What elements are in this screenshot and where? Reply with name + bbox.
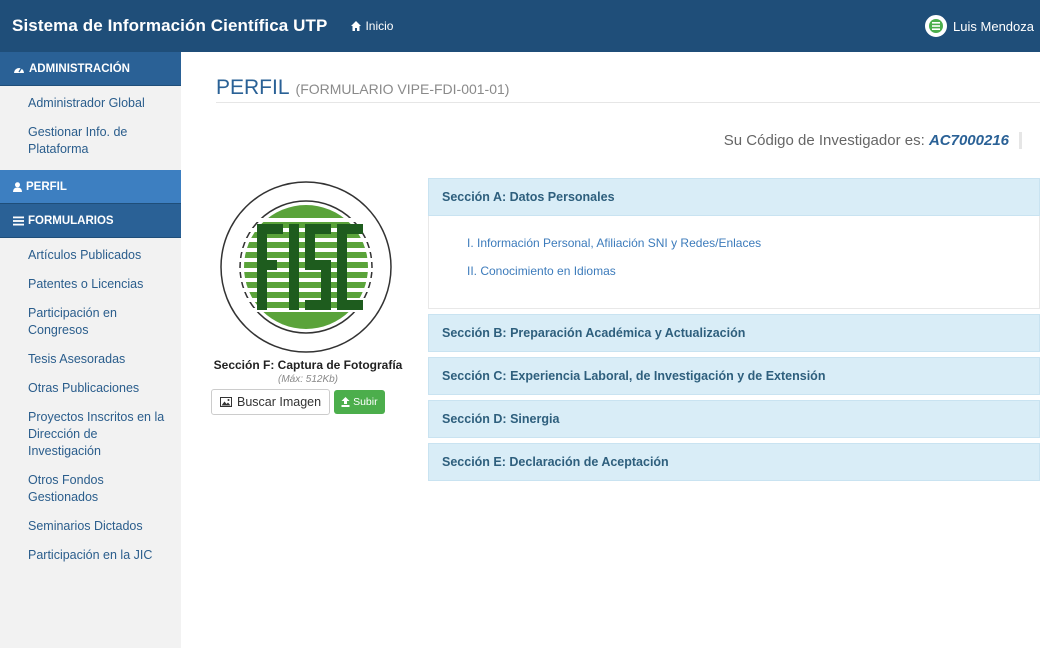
- sidebar-item-articulos[interactable]: Artículos Publicados: [0, 238, 181, 270]
- dashboard-icon: [14, 67, 24, 73]
- image-icon: [220, 397, 232, 407]
- sidebar-header-perfil[interactable]: PERFIL: [0, 170, 181, 204]
- sidebar-item-congresos[interactable]: Participación en Congresos: [0, 299, 181, 345]
- sidebar-item-admin-global[interactable]: Administrador Global: [0, 86, 181, 118]
- sidebar-item-gestionar-info[interactable]: Gestionar Info. de Plataforma: [0, 118, 181, 164]
- browse-image-label: Buscar Imagen: [237, 395, 322, 409]
- app-brand[interactable]: Sistema de Información Científica UTP: [12, 16, 327, 36]
- top-navbar: Sistema de Información Científica UTP In…: [0, 0, 1040, 52]
- sidebar-header-label: PERFIL: [26, 180, 67, 193]
- list-icon: [13, 216, 24, 225]
- main-content: PERFIL (FORMULARIO VIPE-FDI-001-01) Su C…: [201, 52, 1040, 648]
- section-a-body: I. Información Personal, Afiliación SNI …: [428, 216, 1040, 309]
- home-link[interactable]: Inicio: [351, 19, 393, 33]
- user-menu[interactable]: Luis Mendoza: [925, 15, 1034, 37]
- researcher-code-value: AC7000216: [928, 132, 1009, 149]
- sidebar-item-proyectos[interactable]: Proyectos Inscritos en la Dirección de I…: [0, 403, 181, 466]
- sidebar-item-otras-publicaciones[interactable]: Otras Publicaciones: [0, 374, 181, 403]
- sections-accordion: Sección A: Datos Personales I. Informaci…: [428, 178, 1040, 486]
- page-subtitle: (FORMULARIO VIPE-FDI-001-01): [295, 81, 510, 97]
- sidebar-header-admin[interactable]: ADMINISTRACIÓN: [0, 52, 181, 86]
- page-title: PERFIL (FORMULARIO VIPE-FDI-001-01): [216, 76, 509, 100]
- browse-image-button[interactable]: Buscar Imagen: [211, 389, 331, 415]
- fisc-logo-icon: [220, 181, 392, 353]
- sidebar-header-label: ADMINISTRACIÓN: [29, 62, 130, 75]
- user-icon: [13, 181, 22, 192]
- section-e-header[interactable]: Sección E: Declaración de Aceptación: [428, 443, 1040, 481]
- researcher-code-label: Su Código de Investigador es:: [723, 132, 925, 149]
- user-name: Luis Mendoza: [953, 18, 1034, 34]
- avatar: [925, 15, 948, 37]
- photo-section: Sección F: Captura de Fotografía (Máx: 5…: [211, 180, 405, 415]
- upload-label: Subir: [353, 396, 378, 408]
- sidebar: ADMINISTRACIÓN Administrador Global Gest…: [0, 52, 181, 648]
- section-c-header[interactable]: Sección C: Experiencia Laboral, de Inves…: [428, 357, 1040, 395]
- section-d-header[interactable]: Sección D: Sinergia: [428, 400, 1040, 438]
- home-icon: [351, 21, 362, 31]
- title-divider: [216, 102, 1040, 103]
- sidebar-header-formularios[interactable]: FORMULARIOS: [0, 204, 181, 238]
- photo-caption: Sección F: Captura de Fotografía: [213, 358, 403, 372]
- link-informacion-personal[interactable]: I. Información Personal, Afiliación SNI …: [467, 236, 1039, 250]
- home-link-label: Inicio: [365, 19, 394, 33]
- researcher-code: Su Código de Investigador es: AC7000216: [724, 132, 1022, 149]
- section-a-header[interactable]: Sección A: Datos Personales: [428, 178, 1040, 216]
- sidebar-item-seminarios[interactable]: Seminarios Dictados: [0, 512, 181, 541]
- sidebar-item-otros-fondos[interactable]: Otros Fondos Gestionados: [0, 466, 181, 512]
- sidebar-item-jic[interactable]: Participación en la JIC: [0, 541, 181, 570]
- sidebar-item-tesis[interactable]: Tesis Asesoradas: [0, 345, 181, 374]
- photo-actions: Buscar Imagen Subir: [211, 389, 405, 415]
- faculty-logo: [219, 180, 393, 354]
- sidebar-item-patentes[interactable]: Patentes o Licencias: [0, 270, 181, 299]
- page-title-text: PERFIL: [216, 76, 290, 99]
- upload-icon: [341, 397, 350, 407]
- photo-size-note: (Máx: 512Kb): [277, 374, 339, 385]
- section-b-header[interactable]: Sección B: Preparación Académica y Actua…: [428, 314, 1040, 352]
- sidebar-header-label: FORMULARIOS: [28, 214, 114, 227]
- link-idiomas[interactable]: II. Conocimiento en Idiomas: [467, 264, 1039, 278]
- upload-button[interactable]: Subir: [334, 390, 385, 414]
